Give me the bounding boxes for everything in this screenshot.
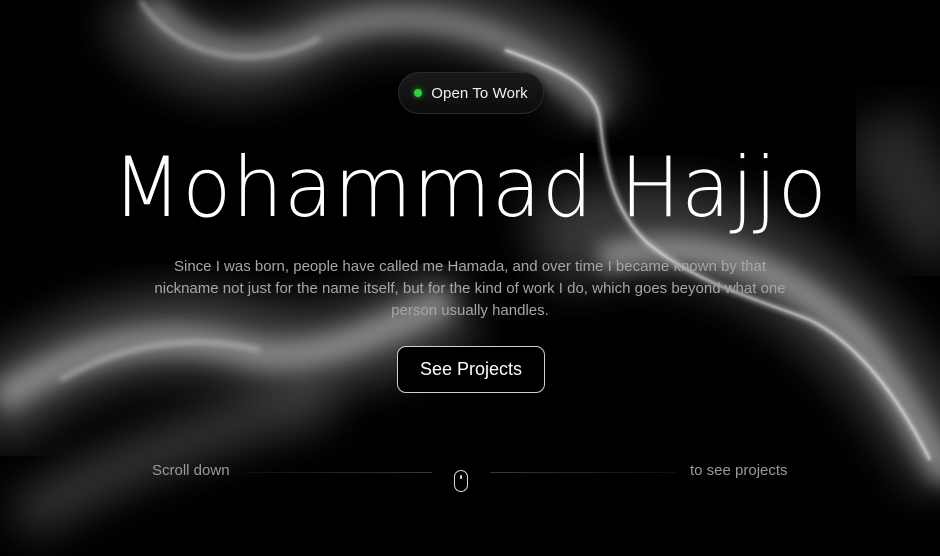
- status-dot-icon: [414, 89, 423, 97]
- scroll-hint: Scroll down to see projects: [0, 458, 940, 492]
- hero-section: Open To Work Mohammad Hajjo Since I was …: [0, 0, 940, 556]
- scroll-hint-left-text: Scroll down: [152, 462, 230, 479]
- badge-label: Open To Work: [431, 84, 528, 102]
- divider-left: [246, 472, 432, 473]
- see-projects-button[interactable]: See Projects: [397, 346, 545, 393]
- divider-right: [490, 472, 676, 473]
- open-to-work-badge: Open To Work: [398, 72, 544, 114]
- scroll-hint-right-text: to see projects: [690, 462, 788, 479]
- hero-description: Since I was born, people have called me …: [154, 258, 786, 319]
- mouse-wheel: [460, 475, 462, 479]
- hero-title: Mohammad Hajjo: [112, 139, 828, 236]
- mouse-icon[interactable]: [454, 470, 468, 492]
